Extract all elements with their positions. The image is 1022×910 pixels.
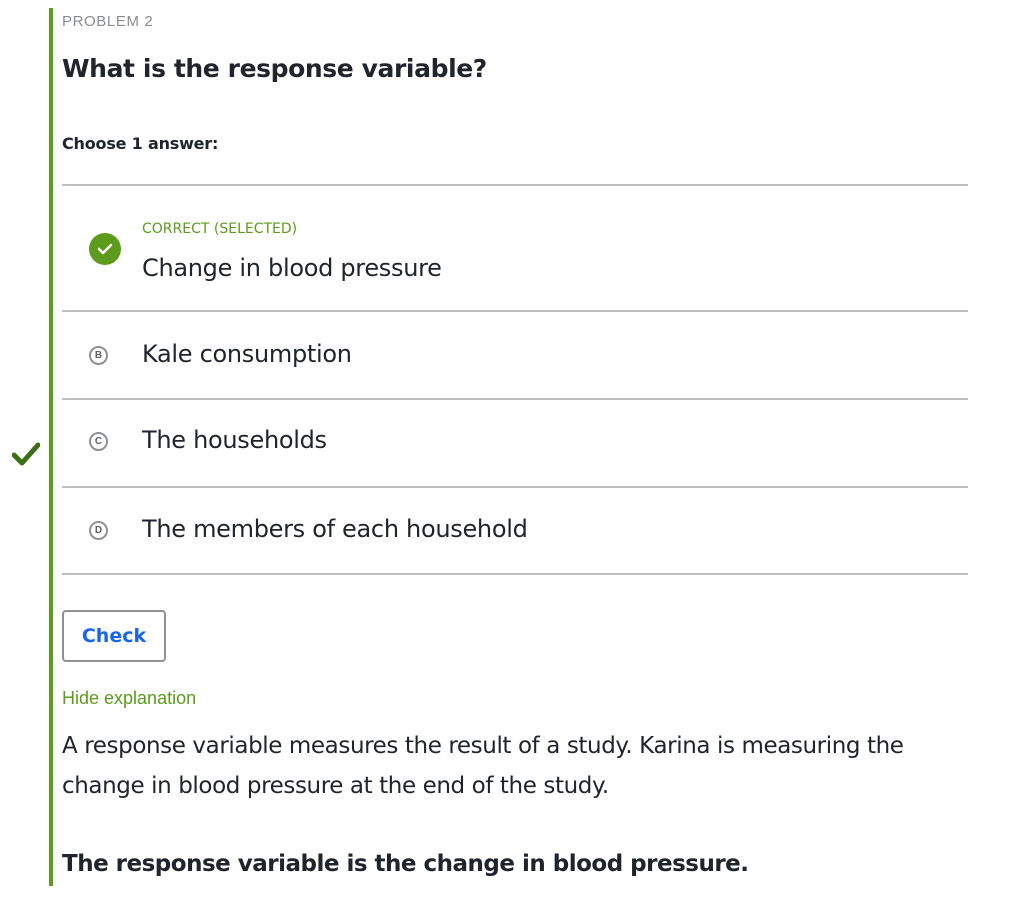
choice-status: CORRECT (SELECTED) — [142, 221, 298, 237]
choice-b[interactable]: B Kale consumption — [62, 312, 968, 400]
choice-d-text: The members of each household — [142, 515, 528, 543]
choice-d-letter-badge: D — [89, 521, 108, 540]
question-text: What is the response variable? — [62, 54, 487, 83]
check-button[interactable]: Check — [62, 610, 166, 662]
choice-c[interactable]: C The households — [62, 400, 968, 488]
problem-card: PROBLEM 2 What is the response variable?… — [49, 8, 968, 886]
correct-check-icon — [11, 441, 41, 467]
explanation-text: A response variable measures the result … — [62, 733, 904, 799]
choice-b-letter-badge: B — [89, 346, 108, 365]
choice-d[interactable]: D The members of each household — [62, 488, 968, 575]
choice-a-text: Change in blood pressure — [142, 254, 442, 282]
choice-b-text: Kale consumption — [142, 340, 352, 368]
conclusion-text: The response variable is the change in b… — [62, 851, 749, 877]
hide-explanation-link[interactable]: Hide explanation — [62, 688, 196, 709]
correct-check-icon — [89, 233, 121, 265]
choice-a[interactable]: CORRECT (SELECTED) Change in blood press… — [62, 186, 968, 312]
choice-c-text: The households — [142, 426, 327, 454]
choose-instruction: Choose 1 answer: — [62, 134, 219, 153]
problem-label: PROBLEM 2 — [62, 13, 154, 30]
choice-c-letter-badge: C — [89, 432, 108, 451]
